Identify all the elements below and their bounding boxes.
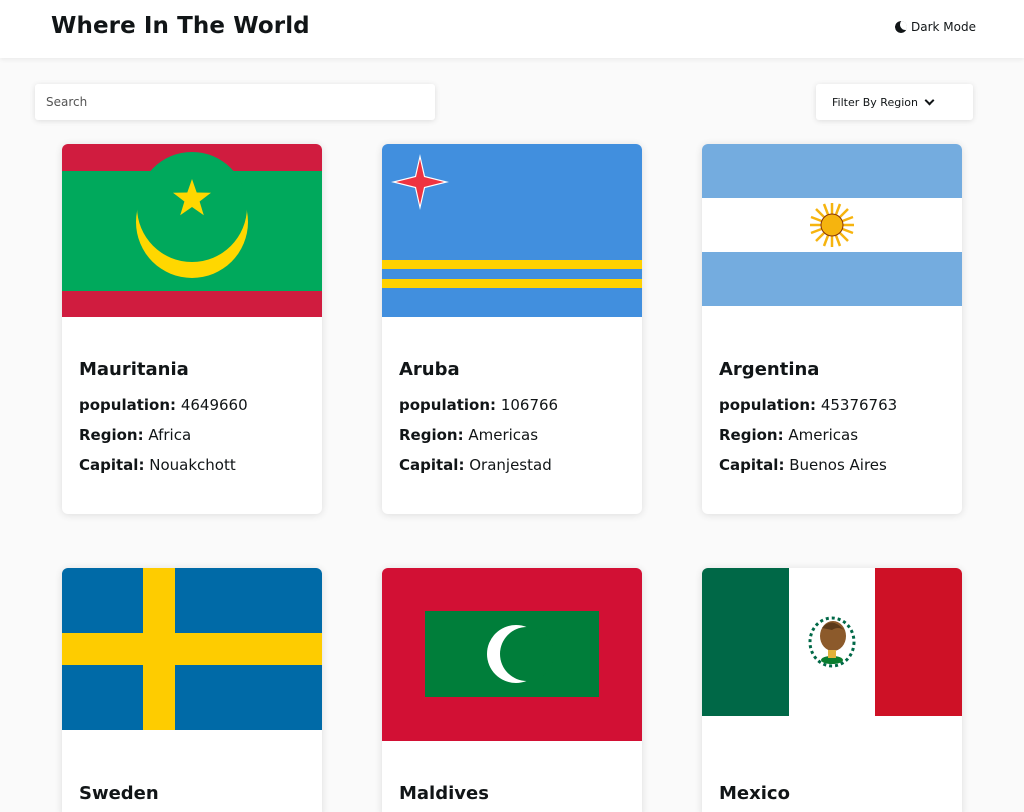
header: Where In The World Dark Mode (0, 0, 1024, 58)
moon-icon (895, 21, 907, 33)
region-row: Region: Africa (79, 420, 309, 450)
capital-value: Buenos Aires (789, 456, 887, 474)
country-card-aruba[interactable]: Aruba population: 106766 Region: America… (382, 144, 642, 514)
country-card-sweden[interactable]: Sweden (62, 568, 322, 812)
card-info: Aruba population: 106766 Region: America… (399, 358, 629, 480)
card-info: Mexico (719, 782, 949, 812)
population-row: population: 45376763 (719, 390, 949, 420)
population-label: population: (79, 396, 177, 414)
dark-mode-label: Dark Mode (911, 20, 976, 34)
card-info: Mauritania population: 4649660 Region: A… (79, 358, 309, 480)
dark-mode-toggle[interactable]: Dark Mode (895, 20, 976, 34)
region-value: Americas (788, 426, 859, 444)
region-filter-dropdown[interactable]: Filter By Region (816, 84, 973, 120)
population-label: population: (399, 396, 497, 414)
card-info: Sweden (79, 782, 309, 812)
country-name: Mexico (719, 783, 790, 804)
population-value: 45376763 (820, 396, 898, 414)
region-value: Africa (148, 426, 192, 444)
flag-maldives (382, 568, 642, 741)
capital-value: Oranjestad (469, 456, 552, 474)
population-value: 4649660 (180, 396, 248, 414)
card-info: Argentina population: 45376763 Region: A… (719, 358, 949, 480)
population-value: 106766 (500, 396, 559, 414)
country-card-mexico[interactable]: Mexico (702, 568, 962, 812)
country-name: Maldives (399, 783, 489, 804)
country-name: Sweden (79, 783, 159, 804)
card-info: Maldives (399, 782, 629, 812)
region-filter-label: Filter By Region (832, 95, 918, 109)
region-row: Region: Americas (399, 420, 629, 450)
region-label: Region: (719, 426, 784, 444)
country-name: Mauritania (79, 359, 189, 380)
population-label: population: (719, 396, 817, 414)
capital-label: Capital: (719, 456, 785, 474)
capital-value: Nouakchott (149, 456, 236, 474)
country-name: Aruba (399, 359, 460, 380)
capital-row: Capital: Oranjestad (399, 450, 629, 480)
capital-row: Capital: Nouakchott (79, 450, 309, 480)
country-card-maldives[interactable]: Maldives (382, 568, 642, 812)
app-title: Where In The World (51, 13, 310, 39)
country-name: Argentina (719, 359, 820, 380)
capital-label: Capital: (399, 456, 465, 474)
flag-mexico (702, 568, 962, 716)
search-box (35, 84, 435, 120)
country-card-mauritania[interactable]: Mauritania population: 4649660 Region: A… (62, 144, 322, 514)
search-input[interactable] (35, 84, 435, 120)
region-label: Region: (399, 426, 464, 444)
region-row: Region: Americas (719, 420, 949, 450)
chevron-down-icon (924, 95, 935, 105)
population-row: population: 4649660 (79, 390, 309, 420)
flag-sweden (62, 568, 322, 730)
capital-row: Capital: Buenos Aires (719, 450, 949, 480)
flag-argentina (702, 144, 962, 306)
country-card-argentina[interactable]: Argentina population: 45376763 Region: A… (702, 144, 962, 514)
region-label: Region: (79, 426, 144, 444)
capital-label: Capital: (79, 456, 145, 474)
region-value: Americas (468, 426, 539, 444)
flag-mauritania (62, 144, 322, 317)
population-row: population: 106766 (399, 390, 629, 420)
flag-aruba (382, 144, 642, 317)
